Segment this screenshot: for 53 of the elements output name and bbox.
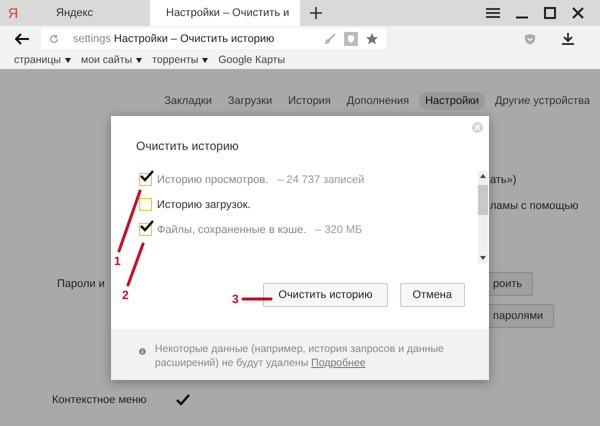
- checkbox-label[interactable]: Историю просмотров.: [157, 174, 268, 186]
- setting-text: ать»): [490, 174, 518, 186]
- annotation-number: 2: [122, 288, 129, 302]
- checkbox[interactable]: [139, 198, 152, 211]
- scrollbar[interactable]: [478, 171, 488, 263]
- yandex-logo: Я: [8, 5, 20, 21]
- clear-history-button[interactable]: Очистить историю: [263, 283, 388, 307]
- settings-tab[interactable]: Настройки: [419, 92, 486, 110]
- section-label: Контекстное меню: [52, 394, 148, 406]
- reload-icon[interactable]: [49, 34, 59, 44]
- bookmark-item[interactable]: мои сайты: [80, 54, 142, 66]
- url-prefix: settings: [73, 32, 111, 44]
- item-detail: – 24 737 записей: [277, 174, 364, 186]
- menu-icon[interactable]: [486, 7, 500, 19]
- settings-tab[interactable]: Закладки: [158, 92, 218, 110]
- address-field[interactable]: settings Настройки – Очистить историю: [41, 28, 386, 49]
- info-icon: [139, 346, 146, 357]
- bookmark-item[interactable]: торренты: [152, 54, 208, 66]
- annotation-number: 1: [114, 254, 121, 268]
- star-icon[interactable]: [366, 32, 378, 44]
- settings-tab[interactable]: История: [282, 92, 337, 110]
- maximize-icon[interactable]: [544, 7, 556, 19]
- scroll-up-icon[interactable]: [480, 174, 486, 178]
- settings-button[interactable]: паролями: [488, 304, 554, 328]
- cancel-button[interactable]: Отмена: [400, 283, 465, 307]
- annotation-line: [126, 242, 145, 287]
- annotation-number: 3: [232, 292, 239, 306]
- settings-button[interactable]: роить: [488, 272, 534, 296]
- checkbox-label[interactable]: Историю загрузок.: [157, 198, 251, 210]
- annotation-line: [117, 189, 142, 253]
- footer-note: Некоторые данные (например, история запросов и данные расширений) не будут удалены Подробнее: [154, 342, 445, 370]
- back-arrow-icon[interactable]: [15, 32, 29, 44]
- checkbox-label[interactable]: Файлы, сохраненные в кэше.: [157, 224, 306, 236]
- checkbox[interactable]: [139, 173, 152, 186]
- annotation-line: [241, 297, 273, 301]
- scroll-down-icon[interactable]: [480, 256, 486, 260]
- bookmark-item[interactable]: Google Карты: [218, 54, 286, 66]
- settings-tab[interactable]: Дополнения: [340, 92, 416, 110]
- more-link[interactable]: Подробнее: [311, 357, 366, 369]
- bookmark-item[interactable]: страницы: [14, 54, 71, 66]
- settings-tab[interactable]: Загрузки: [222, 92, 278, 110]
- browser-tab[interactable]: Настройки – Очистить и: [150, 0, 300, 26]
- close-icon[interactable]: [572, 7, 584, 19]
- new-tab-icon[interactable]: [310, 7, 322, 19]
- section-label: Пароли и: [57, 278, 106, 290]
- item-detail: – 320 МБ: [315, 224, 362, 236]
- checkbox[interactable]: [139, 223, 152, 236]
- settings-tab[interactable]: Другие устройства: [489, 92, 596, 110]
- dialog-title: Очистить историю: [136, 139, 239, 153]
- download-icon[interactable]: [562, 32, 574, 44]
- url-text: Настройки – Очистить историю: [114, 32, 274, 44]
- setting-text: ламы с помощью: [490, 200, 580, 212]
- checkmark-icon[interactable]: [176, 394, 190, 406]
